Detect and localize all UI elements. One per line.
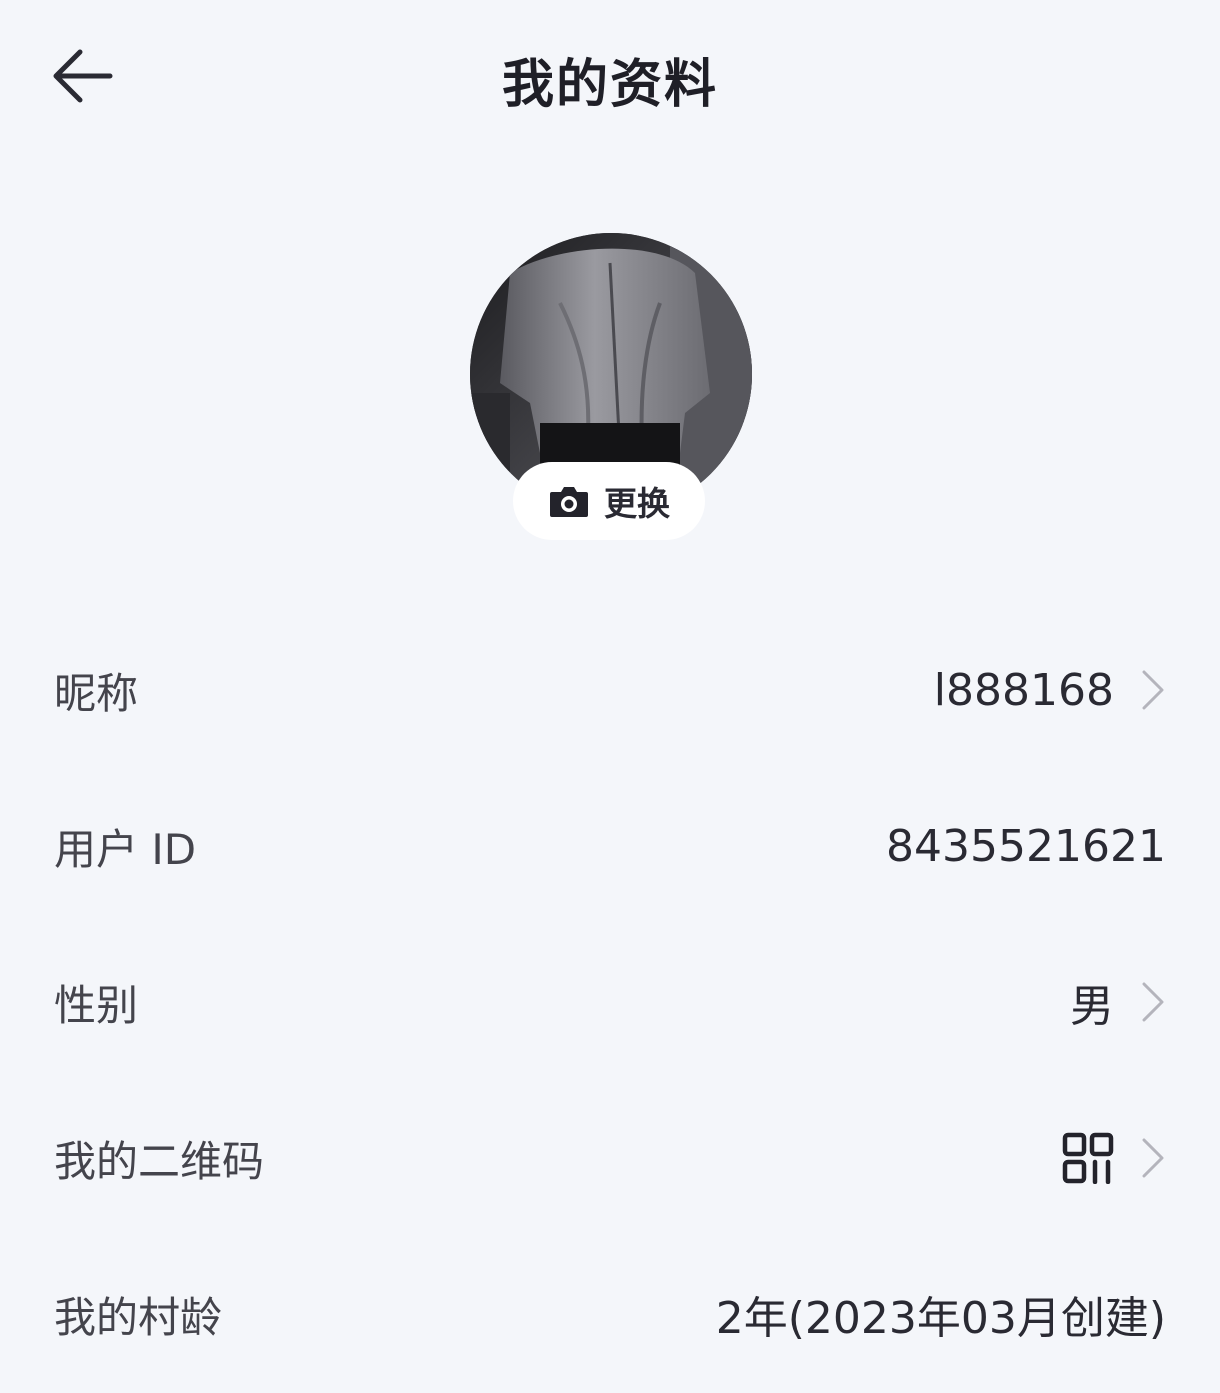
row-account-age: 我的村龄 2年(2023年03月创建) (0, 1236, 1220, 1392)
row-nickname[interactable]: 昵称 l888168 (0, 612, 1220, 768)
row-label: 用户 ID (54, 824, 197, 874)
row-gender[interactable]: 性别 男 (0, 924, 1220, 1080)
change-avatar-button[interactable]: 更换 (513, 462, 705, 540)
profile-list: 昵称 l888168 用户 ID 8435521621 性别 男 我的二维码 我… (0, 612, 1220, 1392)
qr-code-icon (1062, 1132, 1114, 1184)
row-qr-code[interactable]: 我的二维码 (0, 1080, 1220, 1236)
page-title: 我的资料 (501, 55, 718, 115)
top-bar: 我的资料 (0, 0, 1220, 160)
row-label: 我的村龄 (54, 1292, 223, 1342)
change-avatar-label: 更换 (604, 484, 670, 523)
chevron-right-icon (1142, 670, 1164, 710)
user-id-value: 8435521621 (886, 820, 1166, 872)
row-label: 昵称 (54, 668, 139, 718)
gender-value: 男 (1070, 981, 1114, 1032)
row-user-id: 用户 ID 8435521621 (0, 768, 1220, 924)
row-label: 性别 (54, 980, 139, 1030)
chevron-right-icon (1142, 982, 1164, 1022)
camera-icon (550, 487, 588, 517)
chevron-right-icon (1142, 1138, 1164, 1178)
account-age-value: 2年(2023年03月创建) (715, 1293, 1166, 1344)
row-label: 我的二维码 (54, 1136, 265, 1186)
nickname-value: l888168 (933, 664, 1114, 716)
